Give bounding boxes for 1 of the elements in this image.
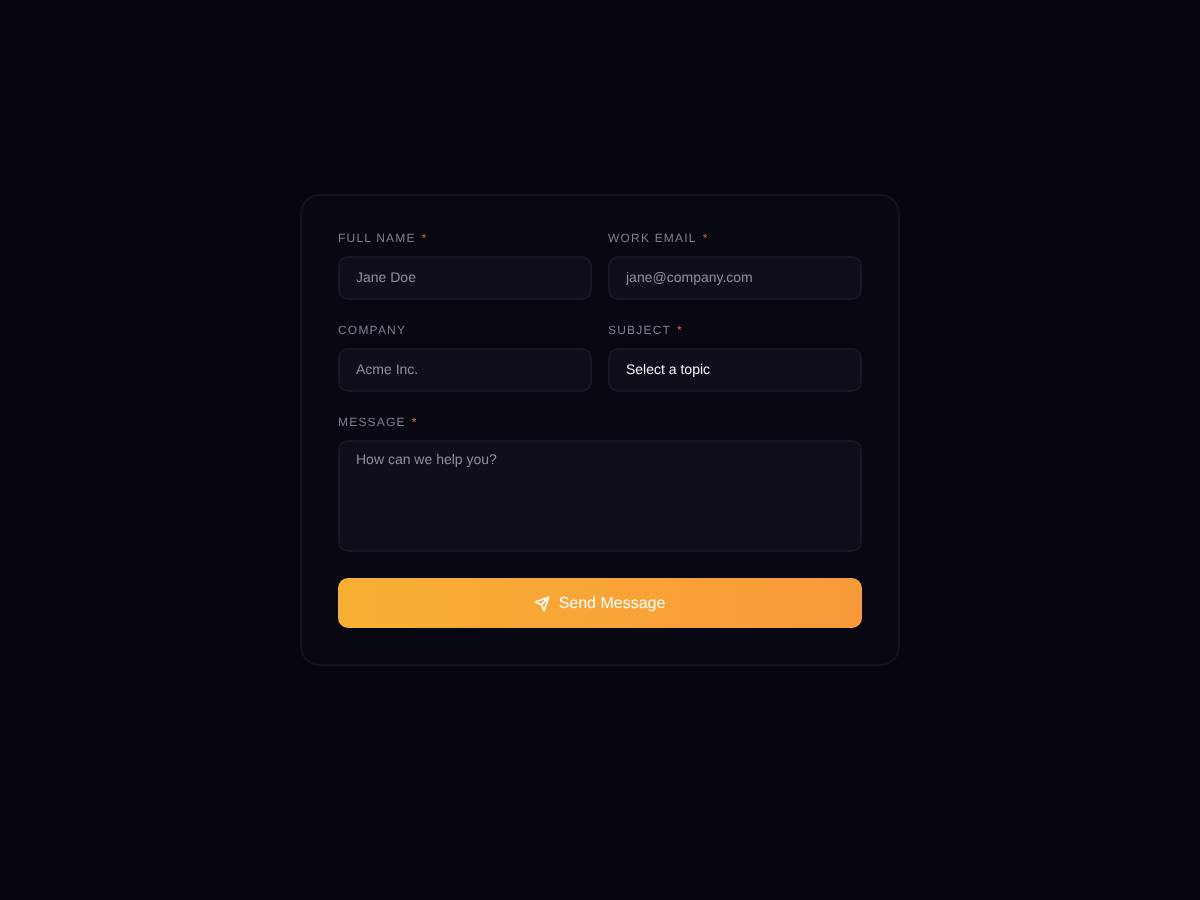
send-icon	[534, 595, 551, 611]
